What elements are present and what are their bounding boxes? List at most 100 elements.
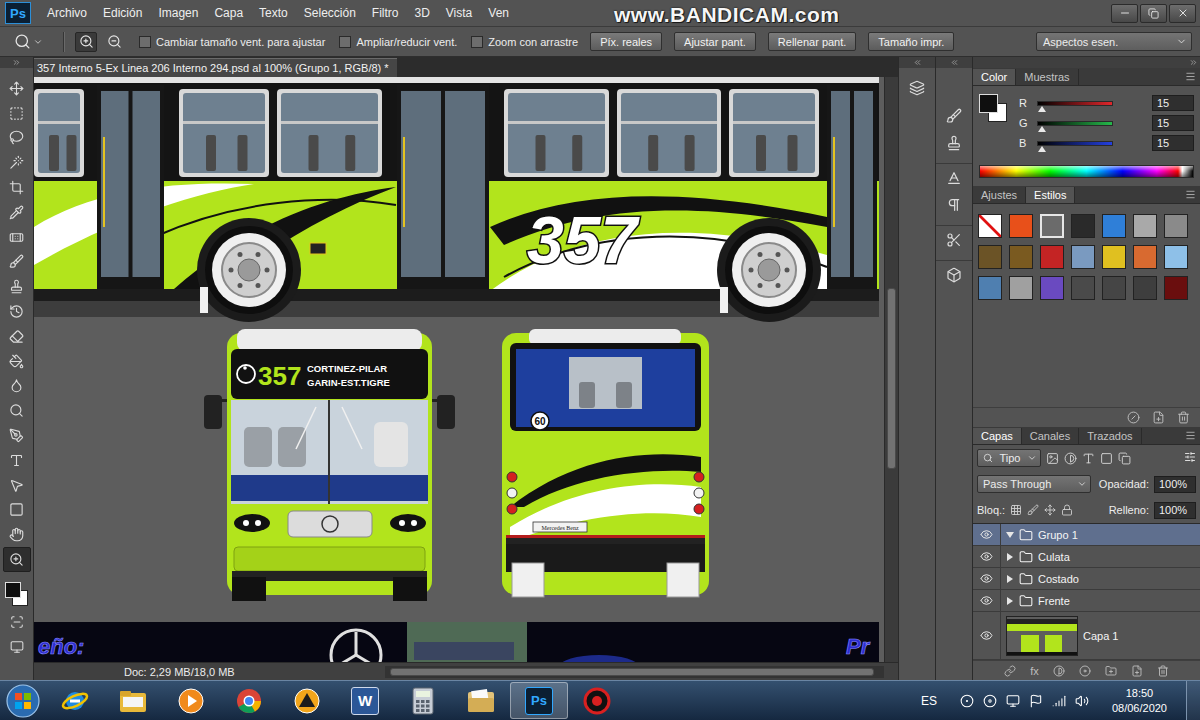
layer-row[interactable]: Frente [973, 590, 1200, 612]
menu-item[interactable]: Texto [251, 3, 296, 23]
tool-button[interactable] [3, 547, 31, 572]
tool-button[interactable] [3, 448, 31, 473]
tool-button[interactable] [3, 150, 31, 175]
layer-row[interactable]: Capa 1 [973, 612, 1200, 660]
workspace-select[interactable]: Aspectos esen. [1036, 32, 1192, 51]
visibility-toggle[interactable] [973, 524, 1001, 545]
taskbar-app[interactable] [46, 682, 104, 719]
dock-button[interactable] [940, 102, 968, 129]
option-button[interactable]: Píx. reales [590, 32, 662, 51]
color-spectrum[interactable] [979, 165, 1194, 178]
close-button[interactable] [1169, 4, 1196, 23]
tool-button[interactable] [3, 101, 31, 126]
minimize-button[interactable] [1111, 4, 1138, 23]
dock-button[interactable] [940, 164, 968, 191]
clock[interactable]: 18:5008/06/2020 [1112, 686, 1167, 715]
tool-button[interactable] [3, 349, 31, 374]
scroll-thumb[interactable] [390, 668, 874, 676]
layer-style-button[interactable]: fx [1030, 665, 1039, 677]
dock-button[interactable] [940, 129, 968, 156]
style-swatch[interactable] [1009, 214, 1033, 238]
panel-tab[interactable]: Capas [973, 428, 1022, 444]
panel-tab[interactable]: Muestras [1016, 69, 1078, 85]
tool-button[interactable] [3, 423, 31, 448]
option-checkbox[interactable]: Cambiar tamaño vent. para ajustar [139, 36, 325, 48]
style-swatch[interactable] [1164, 214, 1188, 238]
visibility-toggle[interactable] [973, 568, 1001, 589]
tool-button[interactable] [3, 398, 31, 423]
tool-button[interactable] [3, 200, 31, 225]
style-swatch[interactable] [1071, 245, 1095, 269]
taskbar-app[interactable]: W [336, 682, 394, 719]
dock-button[interactable] [940, 191, 968, 218]
style-swatch[interactable] [1164, 276, 1188, 300]
taskbar-app[interactable] [278, 682, 336, 719]
tool-button[interactable] [3, 175, 31, 200]
menu-item[interactable]: 3D [406, 3, 437, 23]
style-swatch[interactable] [1040, 214, 1064, 238]
taskbar-app[interactable] [104, 682, 162, 719]
slider-handle[interactable] [1038, 106, 1046, 112]
checkbox-box[interactable] [339, 36, 351, 48]
style-swatch[interactable] [1133, 245, 1157, 269]
show-desktop-button[interactable] [1186, 681, 1200, 720]
horizontal-scrollbar[interactable] [385, 666, 884, 678]
panel-tab[interactable]: Ajustes [973, 187, 1026, 203]
start-button[interactable] [0, 683, 46, 719]
style-swatch[interactable] [1133, 276, 1157, 300]
filter-select[interactable]: Tipo [977, 449, 1041, 467]
blend-mode-select[interactable]: Pass Through [977, 475, 1091, 493]
dock-button[interactable] [903, 74, 931, 101]
layer-name[interactable]: Frente [1038, 595, 1070, 607]
menu-item[interactable]: Filtro [364, 3, 407, 23]
panel-tab[interactable]: Canales [1022, 428, 1079, 444]
tool-button[interactable] [3, 498, 31, 523]
layer-row[interactable]: Costado [973, 568, 1200, 590]
tool-button[interactable] [3, 324, 31, 349]
vertical-scrollbar[interactable] [884, 77, 898, 662]
tool-button[interactable] [3, 522, 31, 547]
tool-preset-picker[interactable] [14, 33, 43, 50]
style-swatch[interactable] [1102, 276, 1126, 300]
menu-item[interactable]: Vista [438, 3, 480, 23]
taskbar-app[interactable] [162, 682, 220, 719]
menu-item[interactable]: Selección [296, 3, 364, 23]
style-swatch[interactable] [1009, 276, 1033, 300]
channel-slider[interactable] [1037, 141, 1113, 146]
panel-tab[interactable]: Estilos [1026, 187, 1075, 203]
color-chips[interactable] [3, 580, 31, 610]
style-swatch[interactable] [1071, 214, 1095, 238]
panel-tab[interactable]: Color [973, 69, 1016, 85]
taskbar-app[interactable] [568, 682, 626, 719]
collapsed-arrow-icon[interactable] [1006, 597, 1014, 605]
tool-button[interactable] [3, 274, 31, 299]
layer-name[interactable]: Capa 1 [1083, 630, 1118, 642]
tool-button[interactable] [3, 225, 31, 250]
checkbox-box[interactable] [139, 36, 151, 48]
checkbox-box[interactable] [471, 36, 483, 48]
style-swatch[interactable] [978, 214, 1002, 238]
channel-slider[interactable] [1037, 121, 1113, 126]
menu-item[interactable]: Capa [206, 3, 251, 23]
layer-name[interactable]: Grupo 1 [1038, 529, 1078, 541]
screen-mode-button[interactable] [3, 635, 31, 660]
style-swatch[interactable] [1071, 276, 1095, 300]
option-button[interactable]: Rellenar pant. [768, 32, 857, 51]
channel-value[interactable]: 15 [1152, 135, 1194, 151]
option-button[interactable]: Ajustar pant. [674, 32, 756, 51]
collapsed-arrow-icon[interactable] [1006, 575, 1014, 583]
style-swatch[interactable] [1040, 245, 1064, 269]
scroll-thumb[interactable] [887, 288, 896, 469]
restore-button[interactable] [1140, 4, 1167, 23]
style-swatch[interactable] [1102, 245, 1126, 269]
collapsed-arrow-icon[interactable] [1006, 553, 1014, 561]
tool-button[interactable] [3, 126, 31, 151]
panel-tab[interactable]: Trazados [1079, 428, 1141, 444]
channel-value[interactable]: 15 [1152, 115, 1194, 131]
visibility-toggle[interactable] [973, 546, 1001, 567]
fill-field[interactable]: 100% [1154, 502, 1196, 519]
style-swatch[interactable] [978, 245, 1002, 269]
foreground-color[interactable] [5, 582, 21, 598]
style-swatch[interactable] [978, 276, 1002, 300]
language-indicator[interactable]: ES [921, 694, 937, 708]
